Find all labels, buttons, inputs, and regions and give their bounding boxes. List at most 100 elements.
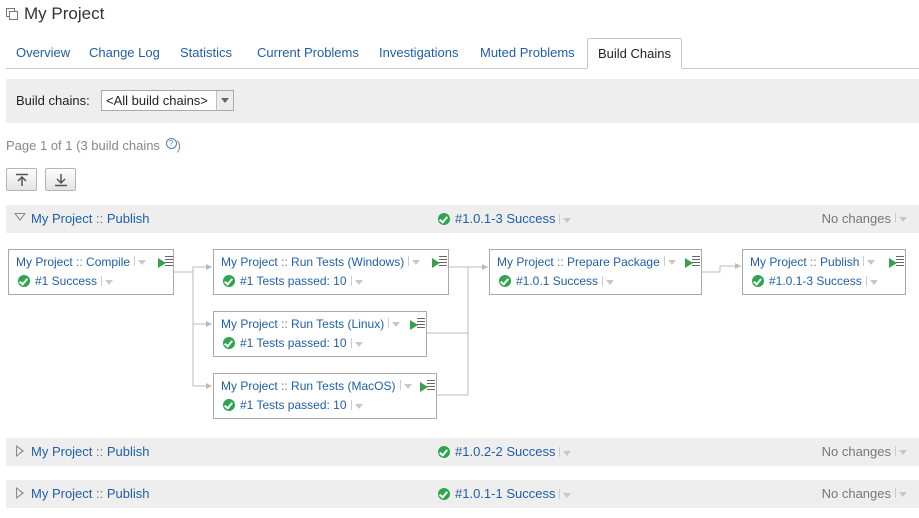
chain-name-link[interactable]: My Project :: Publish: [31, 486, 150, 501]
chevron-down-icon[interactable]: [134, 256, 147, 266]
node-status-link[interactable]: #1.0.1 Success: [516, 274, 598, 288]
build-number-link[interactable]: #1.0.1-1 Success: [455, 486, 555, 501]
triangle-right-icon: [16, 487, 24, 499]
separator: ::: [281, 379, 288, 393]
build-node-compile[interactable]: My Project :: Compile #1 Success: [8, 249, 174, 295]
arrow-icon: [482, 264, 488, 270]
chevron-down-icon[interactable]: [559, 488, 572, 499]
chevron-down-icon[interactable]: [863, 256, 876, 266]
changes-dropdown[interactable]: No changes: [822, 444, 907, 459]
separator: ::: [281, 317, 288, 331]
chain-config[interactable]: Publish: [107, 486, 150, 501]
chain-status: #1.0.2-2 Success: [438, 444, 572, 459]
node-config[interactable]: Compile: [86, 255, 130, 269]
node-config[interactable]: Run Tests (MacOS): [291, 379, 395, 393]
chain-status: #1.0.1-1 Success: [438, 486, 572, 501]
success-icon: [438, 445, 450, 458]
run-icon[interactable]: [420, 380, 436, 393]
edge: [192, 272, 212, 387]
chevron-down-icon[interactable]: [865, 276, 878, 286]
arrow-icon: [206, 264, 212, 270]
node-status: #1 Tests passed: 10: [223, 398, 363, 412]
node-config[interactable]: Prepare Package: [567, 255, 660, 269]
chain-project[interactable]: My Project: [31, 486, 92, 501]
expand-chain-toggle[interactable]: [16, 445, 24, 457]
chevron-down-icon[interactable]: [408, 256, 421, 266]
expand-chain-toggle[interactable]: [16, 487, 24, 499]
chevron-down-icon[interactable]: [895, 446, 907, 456]
node-status: #1.0.1-3 Success: [752, 274, 878, 288]
node-title[interactable]: My Project :: Compile: [16, 255, 147, 269]
changes-dropdown[interactable]: No changes: [822, 486, 907, 501]
separator: ::: [76, 255, 83, 269]
chain-config[interactable]: Publish: [107, 444, 150, 459]
node-project[interactable]: My Project: [221, 379, 278, 393]
node-status-link[interactable]: #1.0.1-3 Success: [769, 274, 862, 288]
node-project[interactable]: My Project: [221, 255, 278, 269]
chevron-down-icon[interactable]: [388, 318, 401, 328]
node-status: #1 Success: [18, 274, 114, 288]
node-title[interactable]: My Project :: Run Tests (MacOS): [221, 379, 412, 393]
separator: ::: [557, 255, 564, 269]
run-icon[interactable]: [889, 256, 905, 269]
changes-text[interactable]: No changes: [822, 444, 891, 459]
separator: ::: [810, 255, 817, 269]
triangle-right-icon: [16, 445, 24, 457]
success-icon: [223, 337, 235, 349]
node-status-link[interactable]: #1 Tests passed: 10: [240, 398, 347, 412]
build-node-run-tests-linux[interactable]: My Project :: Run Tests (Linux) #1 Tests…: [213, 311, 427, 357]
arrow-icon: [206, 383, 212, 389]
build-node-publish[interactable]: My Project :: Publish #1.0.1-3 Success: [742, 249, 906, 295]
success-icon: [223, 275, 235, 287]
node-status: #1 Tests passed: 10: [223, 274, 363, 288]
node-status-link[interactable]: #1 Tests passed: 10: [240, 274, 347, 288]
chain-row: My Project :: Publish #1.0.1-1 Success N…: [6, 480, 919, 508]
run-icon[interactable]: [410, 318, 426, 331]
node-project[interactable]: My Project: [221, 317, 278, 331]
node-title[interactable]: My Project :: Run Tests (Linux): [221, 317, 401, 331]
node-config[interactable]: Run Tests (Linux): [291, 317, 384, 331]
node-title[interactable]: My Project :: Publish: [750, 255, 876, 269]
node-title[interactable]: My Project :: Prepare Package: [497, 255, 676, 269]
separator: ::: [281, 255, 288, 269]
build-node-run-tests-windows[interactable]: My Project :: Run Tests (Windows) #1 Tes…: [213, 249, 449, 295]
chevron-down-icon[interactable]: [602, 276, 615, 286]
node-project[interactable]: My Project: [497, 255, 554, 269]
node-status-link[interactable]: #1 Success: [35, 274, 97, 288]
arrow-icon: [735, 263, 741, 269]
node-config[interactable]: Publish: [820, 255, 859, 269]
chain-row: My Project :: Publish #1.0.2-2 Success N…: [6, 438, 919, 466]
build-node-run-tests-macos[interactable]: My Project :: Run Tests (MacOS) #1 Tests…: [213, 373, 437, 419]
chevron-down-icon[interactable]: [559, 446, 572, 457]
separator: ::: [96, 444, 104, 459]
success-icon: [223, 399, 235, 411]
success-icon: [499, 275, 511, 287]
node-title[interactable]: My Project :: Run Tests (Windows): [221, 255, 421, 269]
success-icon: [752, 275, 764, 287]
chevron-down-icon[interactable]: [663, 256, 676, 266]
chevron-down-icon[interactable]: [101, 276, 114, 286]
arrow-icon: [206, 321, 212, 327]
chevron-down-icon[interactable]: [399, 380, 412, 390]
success-icon: [438, 487, 450, 500]
run-icon[interactable]: [685, 256, 701, 269]
node-status: #1 Tests passed: 10: [223, 336, 363, 350]
node-project[interactable]: My Project: [750, 255, 807, 269]
node-status-link[interactable]: #1 Tests passed: 10: [240, 336, 347, 350]
chain-project[interactable]: My Project: [31, 444, 92, 459]
run-icon[interactable]: [158, 256, 174, 269]
chevron-down-icon[interactable]: [350, 338, 363, 348]
separator: ::: [96, 486, 104, 501]
build-node-prepare-package[interactable]: My Project :: Prepare Package #1.0.1 Suc…: [489, 249, 702, 295]
build-number-link[interactable]: #1.0.2-2 Success: [455, 444, 555, 459]
node-project[interactable]: My Project: [16, 255, 73, 269]
changes-text[interactable]: No changes: [822, 486, 891, 501]
node-config[interactable]: Run Tests (Windows): [291, 255, 404, 269]
chevron-down-icon[interactable]: [350, 276, 363, 286]
chevron-down-icon[interactable]: [895, 488, 907, 498]
chevron-down-icon[interactable]: [350, 400, 363, 410]
chain-name-link[interactable]: My Project :: Publish: [31, 444, 150, 459]
run-icon[interactable]: [432, 256, 448, 269]
node-status: #1.0.1 Success: [499, 274, 615, 288]
success-icon: [18, 275, 30, 287]
